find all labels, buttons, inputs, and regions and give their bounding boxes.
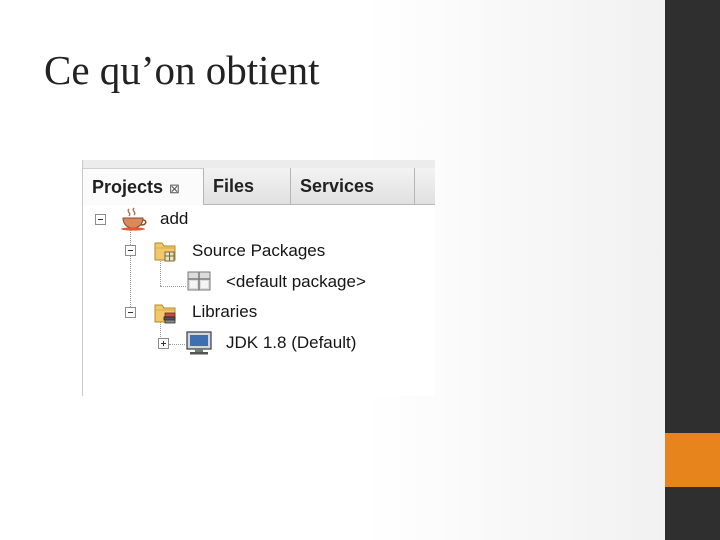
- tab-files[interactable]: Files: [204, 168, 291, 204]
- tree-connector: [160, 286, 186, 287]
- expand-toggle-icon[interactable]: [158, 338, 169, 349]
- panel-tab-bar: Projects ⊠ Files Services: [83, 160, 435, 205]
- collapse-toggle-icon[interactable]: [125, 307, 136, 318]
- package-icon: [187, 271, 211, 291]
- coffee-cup-icon: [121, 207, 147, 231]
- projects-panel-screenshot: Projects ⊠ Files Services add Source Pac…: [82, 160, 435, 396]
- source-packages-label: Source Packages: [192, 241, 326, 260]
- default-package-label: <default package>: [226, 272, 366, 291]
- library-folder-icon: [154, 304, 176, 324]
- tab-services-label: Services: [300, 176, 375, 196]
- collapse-toggle-icon[interactable]: [125, 245, 136, 256]
- package-folder-icon: [154, 242, 176, 262]
- tab-projects[interactable]: Projects ⊠: [83, 168, 204, 205]
- tree-connector: [169, 344, 185, 345]
- tab-projects-label: Projects: [92, 177, 164, 197]
- jdk-label: JDK 1.8 (Default): [226, 333, 357, 352]
- libraries-label: Libraries: [192, 302, 258, 321]
- project-tree: add Source Packages <default package> Li…: [83, 204, 435, 396]
- tab-files-label: Files: [213, 176, 255, 196]
- side-accent-block: [665, 433, 720, 487]
- slide-title: Ce qu’on obtient: [44, 47, 320, 93]
- project-label: add: [160, 209, 189, 228]
- jdk-platform-icon: [186, 331, 212, 355]
- collapse-toggle-icon[interactable]: [95, 214, 106, 225]
- tab-close-icon[interactable]: ⊠: [169, 181, 180, 196]
- tab-services[interactable]: Services: [291, 168, 415, 204]
- tree-connector: [130, 225, 131, 313]
- tab-overflow[interactable]: [415, 168, 435, 204]
